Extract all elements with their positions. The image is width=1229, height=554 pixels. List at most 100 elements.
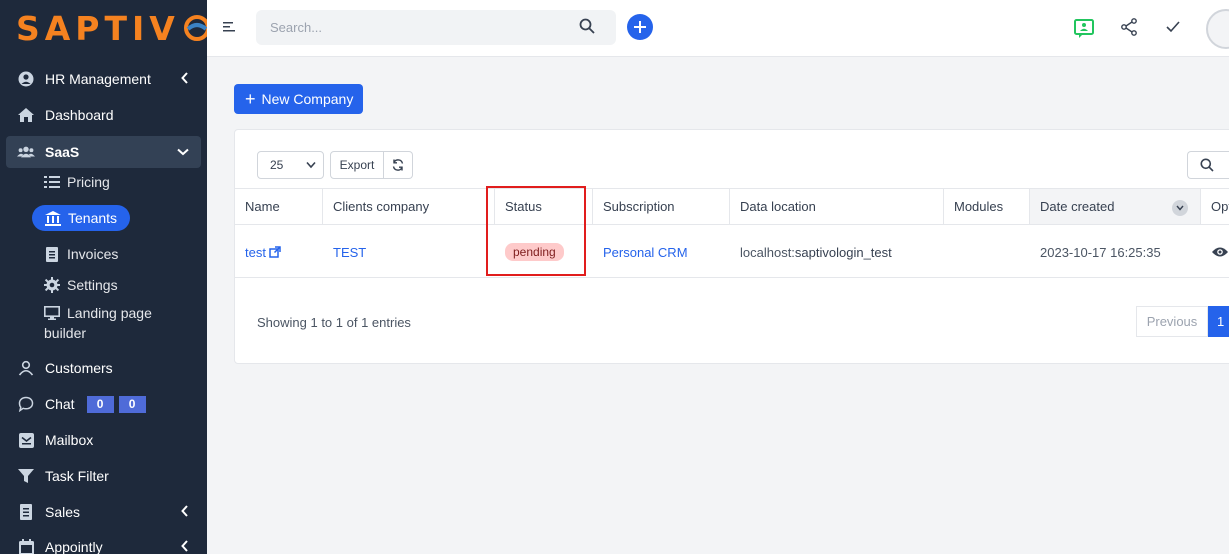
sidebar-subitem-invoices[interactable]: Invoices	[44, 241, 118, 267]
logo-text: SAPTIV	[16, 8, 180, 48]
chat-count-badge: 0	[118, 395, 146, 413]
refresh-icon	[392, 159, 404, 171]
sidebar-item-sales[interactable]: Sales	[0, 496, 207, 528]
sidebar-subitem-label: Invoices	[67, 246, 119, 262]
header-label: Clients company	[333, 199, 430, 214]
header-label: Subscription	[603, 199, 675, 214]
sidebar-subitem-label: Settings	[67, 277, 118, 293]
user-circle-icon	[17, 70, 35, 88]
sort-desc-icon	[1172, 200, 1188, 216]
quick-add-button[interactable]	[627, 14, 653, 40]
sidebar-item-label: Sales	[45, 504, 81, 520]
calendar-icon	[17, 538, 35, 554]
sidebar-item-saas[interactable]: SaaS	[6, 136, 201, 168]
sidebar-subitem-tenants[interactable]: Tenants	[32, 205, 131, 231]
data-location-db: saptivologin_test	[794, 244, 892, 260]
page-size-value: 25	[270, 158, 284, 172]
previous-label: Previous	[1146, 314, 1198, 329]
search-input[interactable]	[256, 10, 616, 45]
sidebar-item-label: SaaS	[45, 144, 80, 160]
subscription-link[interactable]: Personal CRM	[603, 245, 688, 260]
sidebar-item-dashboard[interactable]: Dashboard	[0, 99, 207, 131]
cell-options	[1201, 226, 1229, 278]
column-header-modules[interactable]: Modules	[944, 188, 1030, 225]
header-label: Opt	[1211, 199, 1229, 214]
sidebar-item-customers[interactable]: Customers	[0, 352, 207, 384]
sidebar-item-label: HR Management	[45, 71, 151, 87]
chevron-down-icon	[177, 148, 189, 156]
plus-icon: +	[245, 89, 256, 109]
topbar	[207, 0, 1229, 57]
logo-swirl-icon	[183, 15, 207, 41]
sidebar: SAPTIV HR Management Dashboard SaaS Pric…	[0, 0, 207, 554]
gear-icon	[44, 277, 60, 293]
tenants-table-card: 25 Export Name Clients company Status Su…	[234, 129, 1229, 364]
tenant-name-link[interactable]: test	[245, 245, 266, 260]
clients-company-link[interactable]: TEST	[333, 245, 366, 260]
sidebar-item-label: Customers	[45, 360, 113, 376]
page-size-select[interactable]: 25	[257, 151, 324, 179]
new-company-button[interactable]: + New Company	[234, 84, 363, 114]
sidebar-subitem-landing-page-builder[interactable]: Landing page builder	[44, 303, 152, 343]
column-header-date-created[interactable]: Date created	[1030, 188, 1201, 225]
share-icon[interactable]	[1121, 18, 1137, 36]
chevron-left-icon	[181, 505, 188, 517]
avatar[interactable]	[1206, 9, 1229, 49]
sidebar-item-label: Mailbox	[45, 432, 94, 448]
column-header-options[interactable]: Opt	[1201, 188, 1229, 225]
user-icon	[17, 359, 35, 377]
hamburger-menu-icon[interactable]	[223, 21, 235, 33]
filter-icon	[17, 467, 35, 485]
plus-icon	[634, 21, 646, 33]
refresh-button[interactable]	[384, 151, 413, 179]
chevron-left-icon	[181, 540, 188, 552]
mailbox-icon	[17, 431, 35, 449]
date-created-value: 2023-10-17 16:25:35	[1040, 244, 1161, 260]
cell-date-created: 2023-10-17 16:25:35	[1030, 226, 1201, 278]
entries-info: Showing 1 to 1 of 1 entries	[257, 315, 411, 330]
sidebar-item-label: Appointly	[45, 539, 103, 554]
eye-icon[interactable]	[1211, 246, 1229, 258]
search-icon[interactable]	[579, 18, 595, 34]
cell-subscription: Personal CRM	[593, 226, 730, 278]
sidebar-item-task-filter[interactable]: Task Filter	[0, 460, 207, 492]
export-button[interactable]: Export	[330, 151, 384, 179]
sidebar-subitem-label-line2: builder	[44, 325, 87, 341]
sidebar-subitem-settings[interactable]: Settings	[44, 272, 118, 298]
column-header-name[interactable]: Name	[235, 188, 323, 225]
sidebar-subitem-label: Landing page	[67, 305, 152, 321]
sidebar-item-label: Task Filter	[45, 468, 109, 484]
header-label: Name	[245, 199, 280, 214]
table-search-button[interactable]	[1187, 151, 1229, 179]
header-label: Data location	[740, 199, 816, 214]
external-link-icon[interactable]	[269, 246, 281, 258]
sidebar-item-label: Chat	[45, 396, 75, 412]
user-chat-icon[interactable]	[1073, 18, 1095, 40]
page-number-label: 1	[1217, 314, 1225, 329]
data-location-host: localhost:	[740, 244, 795, 260]
search-icon	[1200, 158, 1214, 172]
sidebar-item-label: Dashboard	[45, 107, 114, 123]
header-label: Date created	[1040, 199, 1115, 214]
pagination-previous-button[interactable]: Previous	[1136, 306, 1208, 337]
sidebar-item-mailbox[interactable]: Mailbox	[0, 424, 207, 456]
column-header-clients-company[interactable]: Clients company	[323, 188, 495, 225]
sidebar-item-hr-management[interactable]: HR Management	[0, 63, 207, 95]
sidebar-item-appointly[interactable]: Appointly	[0, 531, 207, 554]
column-header-subscription[interactable]: Subscription	[593, 188, 730, 225]
cell-modules	[944, 226, 1030, 278]
header-label: Modules	[954, 199, 1004, 214]
document-icon	[44, 246, 60, 262]
home-icon	[17, 106, 35, 124]
pagination-page-1-button[interactable]: 1	[1208, 306, 1229, 337]
users-icon	[17, 143, 35, 161]
check-icon[interactable]	[1166, 21, 1180, 33]
sidebar-item-chat[interactable]: Chat 0 0	[0, 388, 207, 420]
new-company-label: New Company	[261, 91, 354, 107]
sidebar-subitem-label: Pricing	[67, 174, 110, 190]
brand-logo[interactable]: SAPTIV	[16, 8, 207, 48]
cell-clients-company: TEST	[323, 226, 495, 278]
sidebar-subitem-pricing[interactable]: Pricing	[44, 169, 110, 195]
export-label: Export	[339, 158, 375, 172]
column-header-data-location[interactable]: Data location	[730, 188, 944, 225]
